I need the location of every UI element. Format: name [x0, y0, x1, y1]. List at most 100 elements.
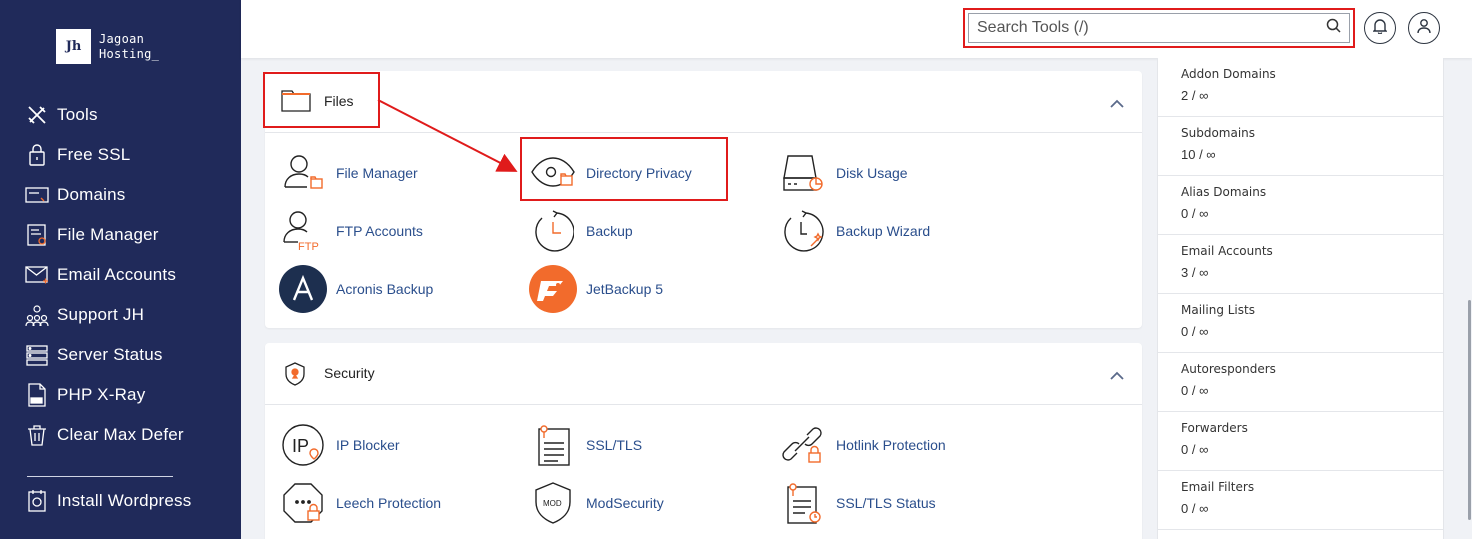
tool-ftp-accounts[interactable]: FTP FTP Accounts [279, 207, 423, 255]
email-icon [24, 262, 50, 288]
sidebar-nav: Tools Free SSL Domains File Manager Emai… [0, 95, 241, 455]
tool-label: ModSecurity [586, 495, 664, 511]
tool-label: SSL/TLS [586, 437, 643, 453]
tool-modsecurity[interactable]: MOD ModSecurity [529, 479, 664, 527]
stat-addon-domains: Addon Domains 2 / ∞ [1158, 58, 1443, 117]
stat-email-filters: Email Filters 0 / ∞ [1158, 471, 1443, 530]
top-header [241, 0, 1472, 58]
sidebar-item-install-wordpress[interactable]: Install Wordpress [0, 481, 241, 521]
tool-ssl-tls[interactable]: SSL/TLS [529, 421, 642, 469]
stat-label: Alias Domains [1181, 185, 1267, 199]
files-panel-header[interactable]: Files [265, 71, 1142, 133]
backup-wizard-icon [779, 207, 827, 255]
sidebar-item-php-x-ray[interactable]: PHP X-Ray [0, 375, 241, 415]
sidebar-divider [27, 476, 173, 477]
stat-label: Subdomains [1181, 126, 1256, 140]
sidebar-item-support-jh[interactable]: Support JH [0, 295, 241, 335]
wordpress-install-icon [24, 488, 50, 514]
tool-leech-protection[interactable]: Leech Protection [279, 479, 441, 527]
stat-value: 2 / ∞ [1181, 88, 1209, 103]
sidebar-item-file-manager[interactable]: File Manager [0, 215, 241, 255]
stat-label: Mailing Lists [1181, 303, 1255, 317]
ssl-icon [24, 142, 50, 168]
security-panel-title: Security [324, 365, 375, 381]
sidebar-item-domains[interactable]: Domains [0, 175, 241, 215]
ip-icon-text: IP [292, 436, 309, 456]
trash-icon [24, 422, 50, 448]
sidebar-item-server-status[interactable]: Server Status [0, 335, 241, 375]
tool-jetbackup-5[interactable]: JetBackup 5 [529, 265, 663, 313]
user-icon [1417, 18, 1431, 39]
backup-icon [529, 207, 577, 255]
files-panel-title: Files [324, 93, 354, 109]
tool-label: Acronis Backup [336, 281, 434, 297]
sidebar-item-label: Domains [57, 185, 126, 204]
stat-mailing-lists: Mailing Lists 0 / ∞ [1158, 294, 1443, 353]
sidebar-item-tools[interactable]: Tools [0, 95, 241, 135]
tool-label: IP Blocker [336, 437, 400, 453]
stat-label: Forwarders [1181, 421, 1248, 435]
chevron-up-icon[interactable] [1110, 367, 1124, 385]
tool-label: JetBackup 5 [586, 281, 664, 297]
stat-value: 3 / ∞ [1181, 265, 1209, 280]
eye-icon [529, 149, 577, 197]
tool-backup[interactable]: Backup [529, 207, 633, 255]
stat-email-accounts: Email Accounts 3 / ∞ [1158, 235, 1443, 294]
tool-file-manager[interactable]: File Manager [279, 149, 418, 197]
tool-backup-wizard[interactable]: Backup Wizard [779, 207, 930, 255]
notifications-button[interactable] [1364, 12, 1396, 44]
tool-ip-blocker[interactable]: IP IP Blocker [279, 421, 400, 469]
tool-label: FTP Accounts [336, 223, 423, 239]
sidebar-item-label: PHP X-Ray [57, 385, 146, 404]
tool-label: Disk Usage [836, 165, 908, 181]
tool-label: Leech Protection [336, 495, 442, 511]
ftp-icon-text: FTP [298, 241, 319, 252]
tool-label: Backup Wizard [836, 223, 931, 239]
shield-icon [284, 362, 306, 391]
sidebar-item-label: Server Status [57, 345, 163, 364]
security-panel-header[interactable]: Security [265, 343, 1142, 405]
hotlink-icon [779, 421, 827, 469]
tool-disk-usage[interactable]: Disk Usage [779, 149, 908, 197]
ftp-icon: FTP [279, 207, 327, 255]
user-menu-button[interactable] [1408, 12, 1440, 44]
sidebar-item-label: File Manager [57, 225, 159, 244]
sidebar-item-label: Install Wordpress [57, 491, 192, 510]
tool-ssl-tls-status[interactable]: SSL/TLS Status [779, 479, 936, 527]
files-panel: Files File Manager Directory Privacy Dis… [265, 71, 1142, 328]
search-input[interactable] [977, 19, 1326, 37]
search-icon[interactable] [1326, 18, 1341, 38]
chevron-up-icon[interactable] [1110, 95, 1124, 113]
disk-usage-icon [779, 149, 827, 197]
stat-value: 0 / ∞ [1181, 324, 1209, 339]
stat-subdomains: Subdomains 10 / ∞ [1158, 117, 1443, 176]
domains-icon [24, 182, 50, 208]
tool-directory-privacy[interactable]: Directory Privacy [529, 149, 692, 197]
folder-icon [281, 90, 311, 117]
stat-label: Autoresponders [1181, 362, 1276, 376]
sidebar-item-label: Tools [57, 105, 98, 124]
logo-mark: Jh [56, 29, 91, 64]
sidebar-item-clear-max-defer[interactable]: Clear Max Defer [0, 415, 241, 455]
tool-acronis-backup[interactable]: Acronis Backup [279, 265, 433, 313]
tools-icon [24, 102, 50, 128]
logo[interactable]: Jh Jagoan Hosting_ [56, 29, 159, 64]
tool-label: SSL/TLS Status [836, 495, 936, 511]
search-highlight [963, 8, 1355, 48]
stat-value: 0 / ∞ [1181, 383, 1209, 398]
search-field[interactable] [968, 13, 1350, 43]
logo-line-2: Hosting_ [99, 46, 160, 61]
stat-alias-domains: Alias Domains 0 / ∞ [1158, 176, 1443, 235]
file-manager-icon [24, 222, 50, 248]
php-icon [24, 382, 50, 408]
sidebar-item-email-accounts[interactable]: Email Accounts [0, 255, 241, 295]
tool-label: Directory Privacy [586, 165, 692, 181]
tool-label: Hotlink Protection [836, 437, 946, 453]
page-scrollbar[interactable] [1468, 300, 1471, 520]
logo-line-1: Jagoan [99, 31, 145, 46]
sidebar-item-free-ssl[interactable]: Free SSL [0, 135, 241, 175]
stat-value: 0 / ∞ [1181, 206, 1209, 221]
stat-label: Addon Domains [1181, 67, 1276, 81]
tool-hotlink-protection[interactable]: Hotlink Protection [779, 421, 946, 469]
security-panel: Security IP IP Blocker SSL/TLS Hotlink P… [265, 343, 1142, 539]
